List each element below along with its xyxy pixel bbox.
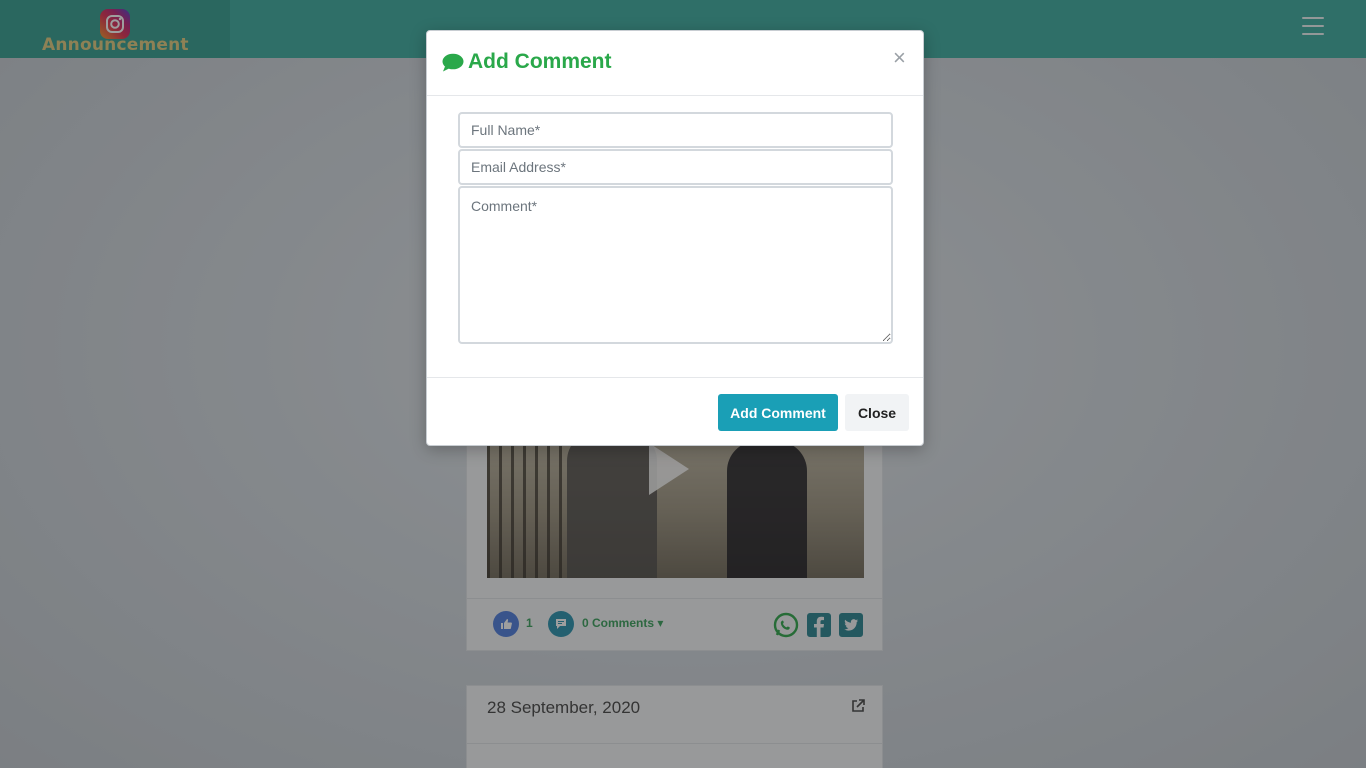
close-button[interactable]: Close [845,394,909,431]
add-comment-button[interactable]: Add Comment [718,394,838,431]
add-comment-modal: Add Comment × Add Comment Close [426,30,924,446]
modal-header: Add Comment × [427,31,923,96]
full-name-input[interactable] [458,112,893,148]
close-icon[interactable]: × [893,47,911,69]
comment-textarea[interactable] [458,186,893,344]
modal-footer: Add Comment Close [427,377,923,445]
modal-title: Add Comment [442,50,612,74]
modal-title-text: Add Comment [468,50,612,73]
comment-icon [442,53,464,71]
email-input[interactable] [458,149,893,185]
